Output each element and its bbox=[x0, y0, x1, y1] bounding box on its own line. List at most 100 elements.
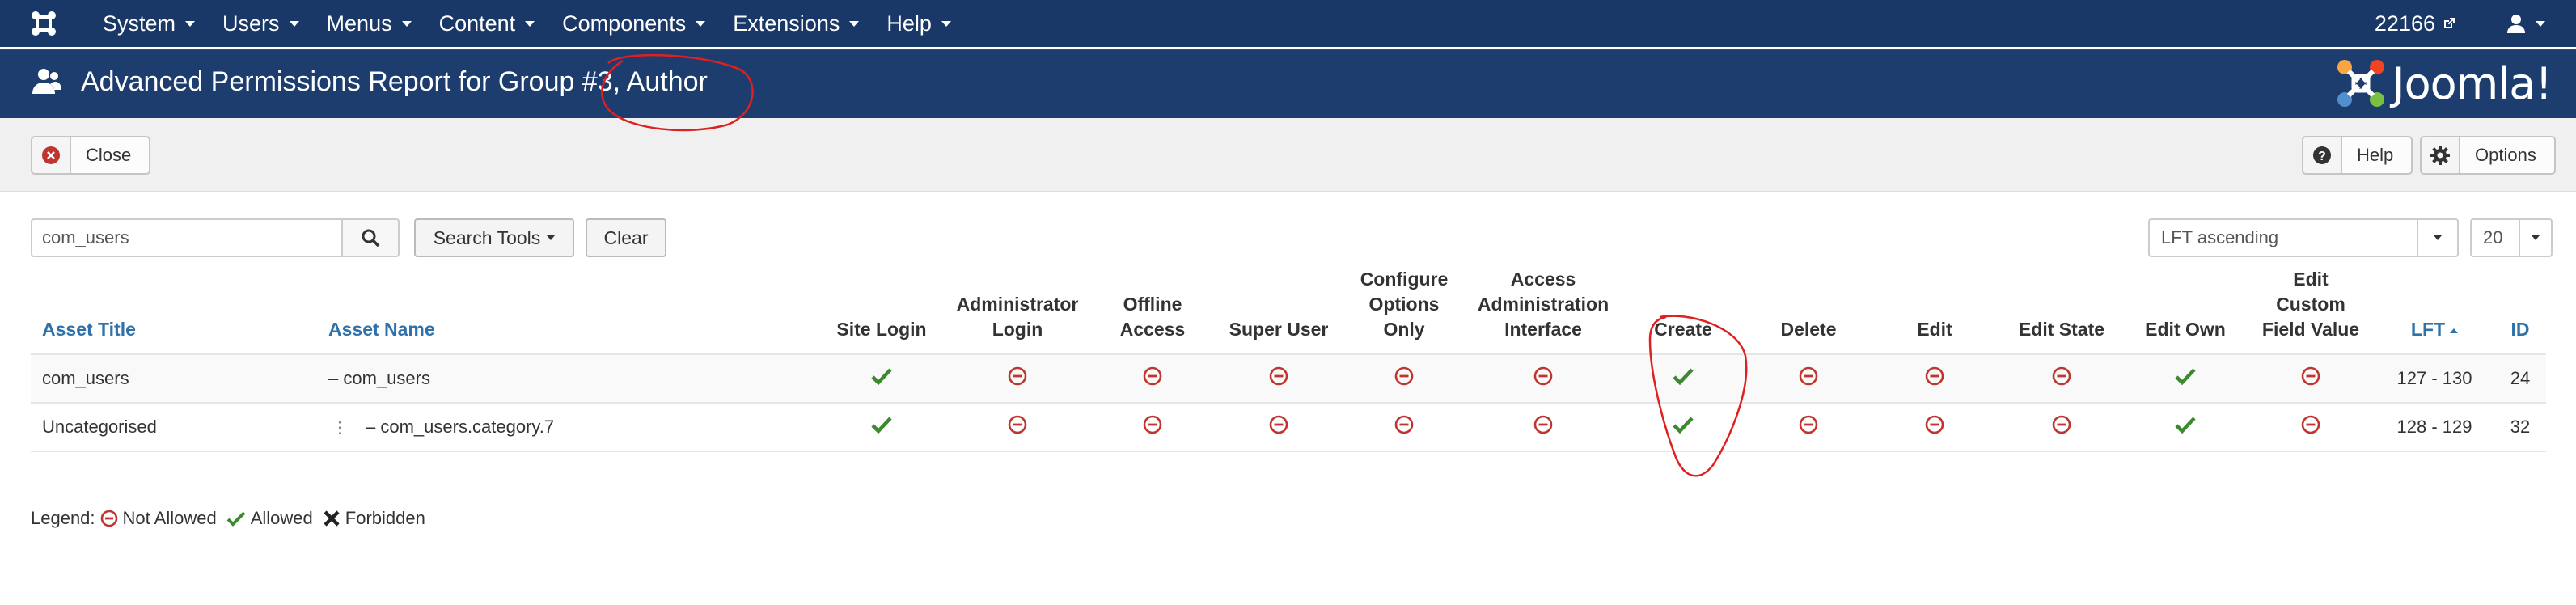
chevron-down-icon bbox=[401, 20, 412, 27]
perm-access-admin-cell bbox=[1467, 353, 1619, 403]
id-value: 32 bbox=[2510, 417, 2531, 437]
search-button[interactable] bbox=[341, 218, 400, 257]
lft-sort-link[interactable]: LFT bbox=[2411, 319, 2445, 340]
help-button[interactable]: ? Help bbox=[2302, 136, 2413, 175]
access-admin-header-l2: Administration bbox=[1477, 294, 1609, 315]
ordering-value: LFT ascending bbox=[2161, 227, 2279, 248]
asset-title: com_users bbox=[42, 368, 129, 388]
id-cell: 32 bbox=[2494, 402, 2546, 452]
search-tools-button[interactable]: Search Tools bbox=[414, 218, 574, 257]
perm-edit-state-cell bbox=[1999, 353, 2124, 403]
asset-name-cell: ⋮ – com_users.category.7 bbox=[317, 402, 817, 452]
joomla-logo-icon[interactable] bbox=[27, 7, 60, 40]
gear-icon bbox=[2430, 146, 2450, 165]
chevron-down-icon bbox=[547, 235, 556, 240]
not-allowed-icon bbox=[100, 510, 117, 527]
col-edit: Edit bbox=[1870, 267, 1999, 355]
col-delete: Delete bbox=[1747, 267, 1870, 355]
legend-forbidden: Forbidden bbox=[323, 508, 425, 529]
col-access-admin: Access Administration Interface bbox=[1467, 267, 1619, 355]
not-allowed-icon bbox=[1925, 366, 1944, 386]
menu-components-label: Components bbox=[562, 11, 687, 36]
col-configure-options: Configure Options Only bbox=[1341, 267, 1467, 355]
close-button[interactable]: Close bbox=[31, 136, 151, 175]
chevron-down-icon bbox=[289, 20, 299, 27]
legend: Legend: Not Allowed Allowed Forbidden bbox=[31, 508, 425, 529]
legend-not-allowed-label: Not Allowed bbox=[122, 508, 217, 528]
not-allowed-icon bbox=[1799, 415, 1818, 434]
close-icon-wrap bbox=[32, 138, 71, 173]
access-admin-header-l1: Access bbox=[1510, 269, 1576, 290]
asset-name-sort-link[interactable]: Asset Name bbox=[328, 319, 435, 340]
permissions-table: Asset Title Asset Name Site Login Admini… bbox=[31, 267, 2546, 452]
not-allowed-icon bbox=[1799, 366, 1818, 386]
perm-delete-cell bbox=[1747, 402, 1870, 452]
menu-system[interactable]: System bbox=[89, 0, 209, 47]
configure-header-l3: Only bbox=[1383, 319, 1425, 340]
joomla-brand: Joomla! bbox=[2334, 57, 2553, 110]
not-allowed-icon bbox=[1533, 366, 1553, 386]
options-button[interactable]: Options bbox=[2420, 136, 2556, 175]
user-icon bbox=[2507, 15, 2525, 33]
col-asset-name[interactable]: Asset Name bbox=[317, 267, 817, 355]
menu-extensions[interactable]: Extensions bbox=[719, 0, 873, 47]
search-input-value: com_users bbox=[42, 227, 129, 248]
tree-indent-icon: ⋮ bbox=[332, 419, 348, 437]
menu-help[interactable]: Help bbox=[873, 0, 965, 47]
menu-components[interactable]: Components bbox=[548, 0, 719, 47]
col-edit-state: Edit State bbox=[1999, 267, 2124, 355]
legend-allowed: Allowed bbox=[226, 508, 313, 529]
perm-edit-cell bbox=[1870, 353, 1999, 403]
configure-header-l1: Configure bbox=[1360, 269, 1449, 290]
svg-text:?: ? bbox=[2318, 150, 2326, 163]
clear-button[interactable]: Clear bbox=[586, 218, 666, 257]
menu-content[interactable]: Content bbox=[425, 0, 549, 47]
legend-prefix: Legend: bbox=[31, 508, 95, 528]
check-icon bbox=[2175, 368, 2196, 386]
asset-title-sort-link[interactable]: Asset Title bbox=[42, 319, 136, 340]
check-icon bbox=[1673, 417, 1694, 434]
check-icon bbox=[1673, 368, 1694, 386]
col-super-user: Super User bbox=[1216, 267, 1341, 355]
col-edit-own: Edit Own bbox=[2124, 267, 2247, 355]
menu-help-label: Help bbox=[886, 11, 932, 36]
check-icon bbox=[2175, 417, 2196, 434]
not-allowed-icon bbox=[1269, 415, 1288, 434]
col-lft[interactable]: LFT bbox=[2375, 267, 2494, 355]
id-sort-link[interactable]: ID bbox=[2511, 319, 2530, 340]
page-header: Advanced Permissions Report for Group #3… bbox=[0, 49, 2576, 118]
menu-users[interactable]: Users bbox=[209, 0, 313, 47]
perm-super-user-cell bbox=[1216, 353, 1341, 403]
lft-cell: 128 - 129 bbox=[2375, 402, 2494, 452]
perm-edit-state-cell bbox=[1999, 402, 2124, 452]
perm-edit-custom-field-cell bbox=[2247, 402, 2375, 452]
main-menu: System Users Menus Content Components Ex… bbox=[89, 0, 965, 47]
menu-menus[interactable]: Menus bbox=[313, 0, 425, 47]
create-header: Create bbox=[1654, 319, 1712, 340]
users-icon bbox=[32, 69, 61, 94]
site-link[interactable]: 22166 bbox=[2375, 11, 2456, 36]
perm-edit-cell bbox=[1870, 402, 1999, 452]
limit-select[interactable]: 20 bbox=[2470, 218, 2553, 257]
not-allowed-icon bbox=[1394, 366, 1414, 386]
search-input[interactable]: com_users bbox=[31, 218, 343, 257]
external-link-icon bbox=[2444, 18, 2455, 28]
site-name: 22166 bbox=[2374, 11, 2435, 36]
id-cell: 24 bbox=[2494, 353, 2546, 403]
chevron-down-icon bbox=[185, 20, 196, 27]
chevron-down-icon bbox=[2434, 235, 2442, 240]
limit-value: 20 bbox=[2483, 227, 2503, 248]
col-offline-access: Offline Access bbox=[1089, 267, 1216, 355]
sort-ascending-icon bbox=[2450, 328, 2459, 333]
legend-allowed-label: Allowed bbox=[250, 508, 313, 528]
access-admin-header-l3: Interface bbox=[1504, 319, 1582, 340]
ordering-select[interactable]: LFT ascending bbox=[2148, 218, 2459, 257]
col-asset-title[interactable]: Asset Title bbox=[31, 267, 317, 355]
col-id[interactable]: ID bbox=[2494, 267, 2546, 355]
perm-edit-custom-field-cell bbox=[2247, 353, 2375, 403]
col-create: Create bbox=[1619, 267, 1747, 355]
col-admin-login: Administrator Login bbox=[946, 267, 1089, 355]
user-menu[interactable] bbox=[2506, 14, 2545, 33]
perm-offline-access-cell bbox=[1089, 353, 1216, 403]
chevron-down-icon bbox=[941, 20, 951, 27]
